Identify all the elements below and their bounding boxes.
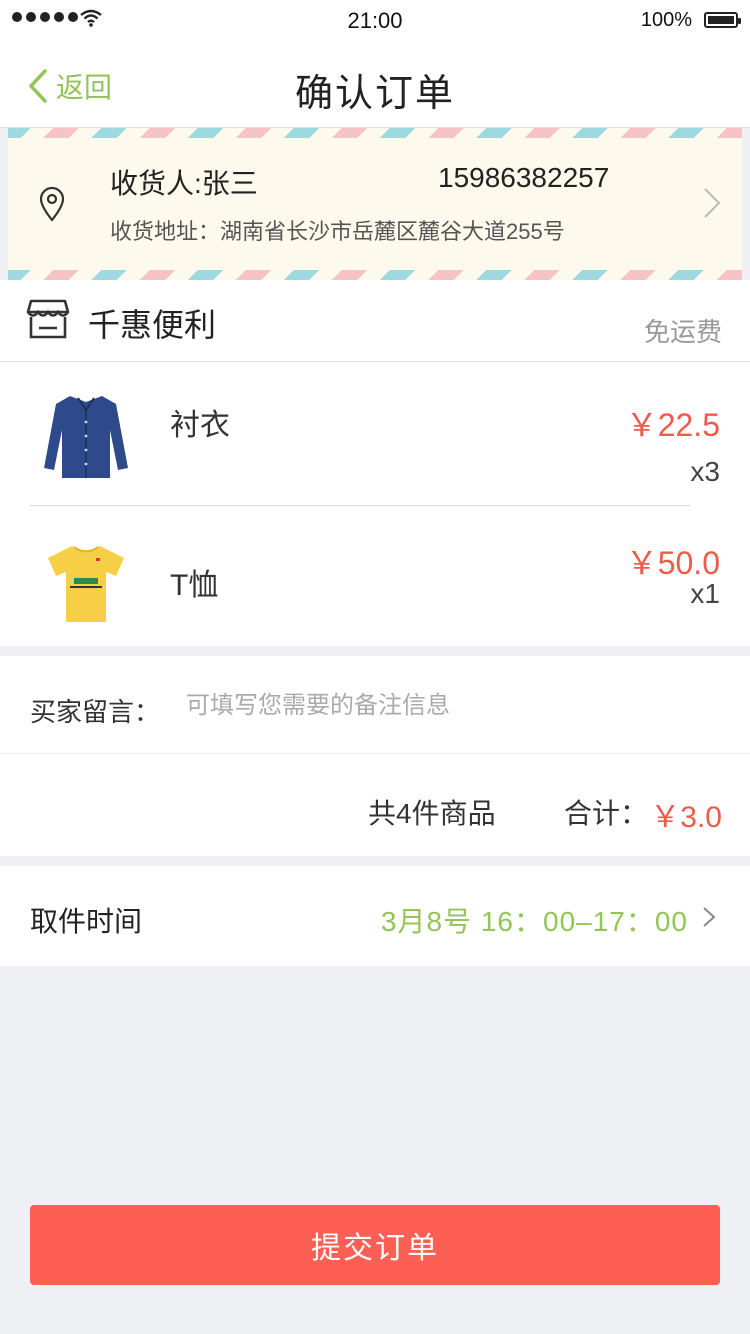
status-bar: 21:00 100% — [0, 0, 750, 40]
item-divider — [30, 505, 690, 506]
order-summary-row: 共4件商品 合计： ￥3.0 — [0, 754, 750, 856]
total-value: ￥3.0 — [650, 801, 722, 834]
back-button[interactable]: 返回 — [28, 66, 112, 106]
store-header: 千惠便利 免运费 — [0, 280, 750, 362]
battery-percent: 100% — [640, 9, 692, 31]
store-section: 千惠便利 免运费 衬衣 ￥22.5 x3 T恤 ￥50.0 x1 — [0, 280, 750, 646]
order-item[interactable]: T恤 ￥50.0 x1 — [0, 506, 750, 646]
item-price: ￥22.5 — [625, 407, 720, 443]
item-count: 共4件商品 — [368, 798, 496, 829]
shirt-image — [44, 396, 128, 478]
airmail-stripe-bottom — [8, 270, 742, 280]
shipping-info: 免运费 — [643, 317, 722, 347]
airmail-stripe-top — [8, 128, 742, 138]
chevron-right-icon — [704, 188, 721, 218]
buyer-message-label: 买家留言： — [30, 697, 161, 727]
store-name: 千惠便利 — [88, 307, 217, 343]
tshirt-image — [48, 546, 124, 622]
item-quantity: x3 — [690, 456, 720, 487]
buyer-message-row: 买家留言： — [0, 656, 750, 754]
item-name: 衬衣 — [170, 409, 230, 442]
pickup-time-value: 3月8号 16：00–17：00 — [380, 906, 688, 937]
total-label: 合计： — [564, 798, 649, 829]
item-name: T恤 — [170, 569, 219, 602]
pickup-time-label: 取件时间 — [30, 906, 143, 937]
store-icon — [26, 299, 70, 339]
item-quantity: x1 — [690, 578, 720, 609]
nav-bar: 返回 确认订单 — [0, 40, 750, 128]
back-label: 返回 — [56, 72, 113, 103]
status-time: 21:00 — [347, 8, 403, 33]
order-item[interactable]: 衬衣 ￥22.5 x3 — [0, 364, 750, 504]
pickup-time-row[interactable]: 取件时间 3月8号 16：00–17：00 — [0, 866, 750, 966]
address-card[interactable]: 收货人:张三 15986382257 收货地址：湖南省长沙市岳麓区麓谷大道255… — [8, 128, 742, 280]
receiver-phone: 15986382257 — [438, 162, 610, 193]
delivery-address: 收货地址：湖南省长沙市岳麓区麓谷大道255号 — [110, 219, 565, 244]
battery-icon — [704, 12, 741, 28]
page-title: 确认订单 — [294, 73, 455, 115]
submit-order-button[interactable]: 提交订单 — [30, 1205, 720, 1285]
receiver-name: 收货人:张三 — [110, 168, 258, 199]
buyer-message-input[interactable] — [186, 686, 706, 726]
location-pin-icon — [39, 186, 65, 222]
chevron-left-icon — [29, 69, 47, 103]
chevron-right-icon — [703, 907, 716, 927]
